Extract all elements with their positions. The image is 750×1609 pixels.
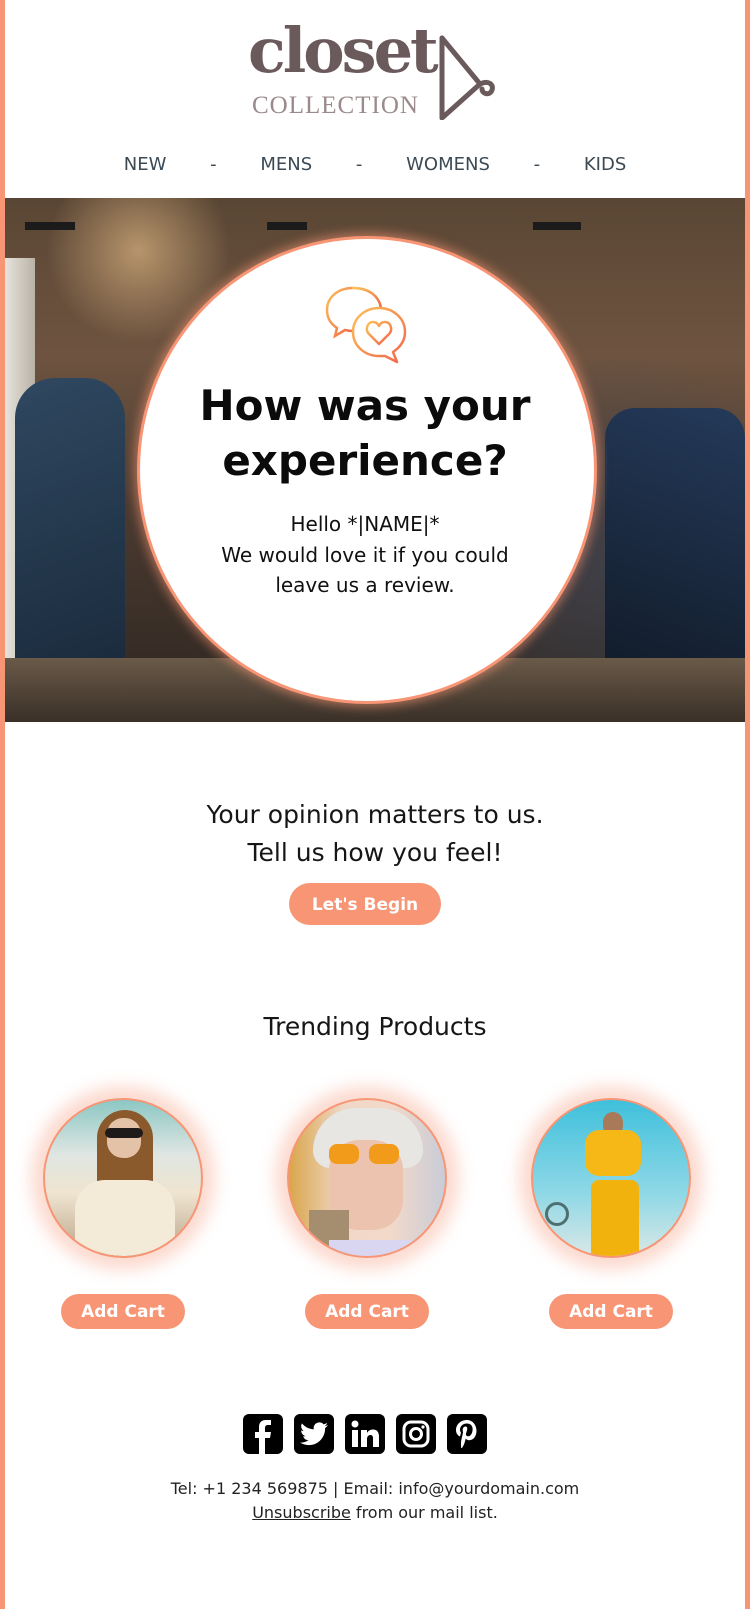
lets-begin-button[interactable]: Let's Begin	[289, 883, 441, 925]
opinion-section: Your opinion matters to us. Tell us how …	[5, 796, 745, 872]
linkedin-icon[interactable]	[345, 1414, 385, 1454]
twitter-icon[interactable]	[294, 1414, 334, 1454]
chat-heart-icon	[325, 286, 407, 364]
hero-message: Hello *|NAME|* We would love it if you c…	[155, 509, 575, 601]
ceiling-light	[533, 222, 581, 230]
product-image-woman-orange-sunglasses-hat[interactable]	[287, 1098, 447, 1258]
opinion-line: Tell us how you feel!	[247, 838, 503, 867]
facebook-icon[interactable]	[243, 1414, 283, 1454]
message-line: leave us a review.	[275, 573, 455, 597]
ceiling-light	[25, 222, 75, 230]
trending-title: Trending Products	[263, 1012, 487, 1041]
sunglasses-shape	[105, 1128, 143, 1138]
ceiling-light	[267, 222, 307, 230]
brand-logo[interactable]: closet COLLECTION	[248, 20, 498, 120]
opinion-line: Your opinion matters to us.	[206, 800, 544, 829]
main-nav: NEW - MENS - WOMENS - KIDS	[5, 154, 745, 175]
product-card	[43, 1098, 203, 1258]
logo-subtitle: COLLECTION	[252, 92, 419, 119]
product-card	[531, 1098, 691, 1258]
product-image-woman-yellow-tracksuit[interactable]	[531, 1098, 691, 1258]
unsubscribe-line: Unsubscribe from our mail list.	[5, 1501, 745, 1525]
hanger-icon	[439, 35, 495, 120]
add-cart-button[interactable]: Add Cart	[61, 1294, 185, 1329]
hoop-shape	[545, 1202, 569, 1226]
face-shape	[107, 1118, 141, 1158]
unsubscribe-link[interactable]: Unsubscribe	[252, 1503, 351, 1522]
nav-separator: -	[210, 154, 217, 175]
logo-wordmark: closet	[248, 14, 439, 87]
nav-new[interactable]: NEW	[124, 154, 167, 175]
hoodie-shape	[585, 1130, 641, 1176]
nav-mens[interactable]: MENS	[260, 154, 312, 175]
instagram-icon[interactable]	[396, 1414, 436, 1454]
nav-womens[interactable]: WOMENS	[406, 154, 490, 175]
email-page: closet COLLECTION NEW - MENS - WOMENS - …	[5, 0, 745, 1609]
unsubscribe-text: from our mail list.	[350, 1503, 498, 1522]
pants-shape	[591, 1180, 639, 1256]
nav-kids[interactable]: KIDS	[584, 154, 626, 175]
social-links	[243, 1414, 507, 1454]
pinterest-icon[interactable]	[447, 1414, 487, 1454]
add-cart-button[interactable]: Add Cart	[549, 1294, 673, 1329]
lens-shape	[369, 1144, 399, 1164]
shirt-shape	[329, 1240, 419, 1256]
greeting-text: Hello *|NAME|*	[290, 512, 440, 536]
hero-title: How was your experience?	[199, 381, 531, 485]
lens-shape	[329, 1144, 359, 1164]
add-cart-button[interactable]: Add Cart	[305, 1294, 429, 1329]
product-image-woman-sunglasses-white-shirt[interactable]	[43, 1098, 203, 1258]
hero-banner: How was your experience? Hello *|NAME|* …	[5, 198, 745, 722]
footer: Tel: +1 234 569875 | Email: info@yourdom…	[5, 1477, 745, 1525]
nav-separator: -	[355, 154, 363, 175]
contact-info: Tel: +1 234 569875 | Email: info@yourdom…	[170, 1479, 580, 1498]
shirt-shape	[75, 1180, 175, 1256]
message-line: We would love it if you could	[221, 542, 509, 567]
nav-separator: -	[533, 154, 541, 175]
mannequin-suit	[15, 378, 125, 678]
mannequin-suit	[605, 408, 745, 668]
product-card	[287, 1098, 447, 1258]
